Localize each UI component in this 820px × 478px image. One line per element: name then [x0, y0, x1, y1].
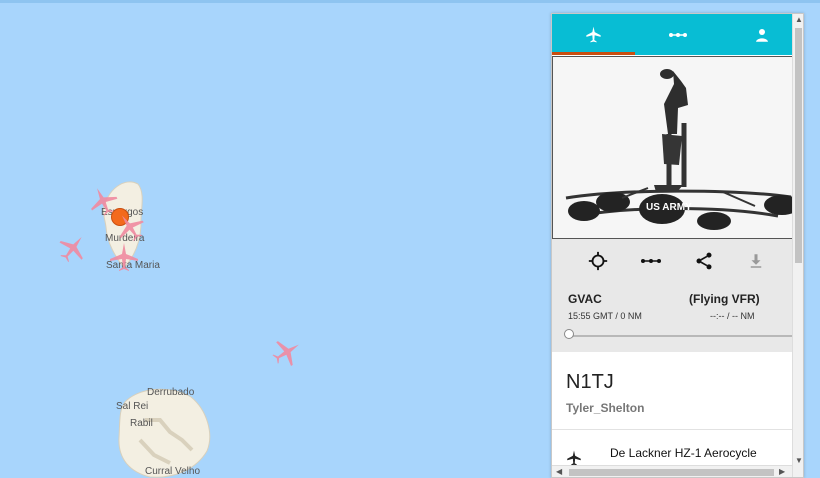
place-label: Curral Velho [145, 466, 201, 477]
route-icon [641, 259, 661, 263]
share-button[interactable] [691, 249, 717, 273]
tab-pilot[interactable] [720, 14, 803, 55]
photo-frame [552, 56, 803, 239]
section-divider [552, 429, 803, 430]
aircraft-model: De Lackner HZ-1 Aerocycle [610, 446, 757, 460]
horizontal-scrollbar[interactable]: ◀ ▶ [552, 465, 792, 477]
destination-status: --:-- / -- NM [710, 311, 755, 321]
origin-status: 15:55 GMT / 0 NM [568, 311, 642, 321]
flight-info-panel: US ARMY GVAC (Flying VFR) 15:55 GMT / 0 … [551, 13, 804, 478]
destination-code: (Flying VFR) [689, 292, 760, 306]
route-button[interactable] [638, 249, 664, 273]
aircraft-photo: US ARMY [552, 56, 803, 239]
crosshair-icon [588, 251, 608, 271]
scroll-down-arrow[interactable]: ▼ [795, 457, 803, 465]
place-label: Sal Rei [116, 401, 149, 412]
scroll-left-arrow[interactable]: ◀ [556, 468, 562, 476]
tab-flight[interactable] [552, 14, 635, 55]
place-label: Rabil [130, 418, 153, 429]
origin-code: GVAC [568, 292, 602, 306]
pilot-name[interactable]: Tyler_Shelton [566, 401, 644, 415]
vertical-scrollbar[interactable]: ▲ ▼ [792, 14, 803, 477]
airplane-icon[interactable] [109, 242, 139, 272]
airplane-icon [586, 26, 601, 43]
callsign: N1TJ [566, 371, 614, 393]
panel-tabs [552, 14, 803, 55]
flight-toolbar [552, 239, 803, 284]
scroll-right-arrow[interactable]: ▶ [779, 468, 785, 476]
place-label: Derrubado [147, 387, 195, 398]
horizontal-scroll-thumb[interactable] [569, 469, 774, 476]
download-button[interactable] [743, 249, 769, 273]
vertical-scroll-thumb[interactable] [795, 28, 802, 263]
flight-details: N1TJ Tyler_Shelton De Lackner HZ-1 Aeroc… [552, 352, 803, 477]
share-icon [696, 252, 712, 270]
route-progress-track [568, 335, 792, 337]
locate-button[interactable] [585, 249, 611, 273]
route-summary: GVAC (Flying VFR) 15:55 GMT / 0 NM --:--… [552, 284, 803, 352]
active-tab-indicator [552, 52, 635, 55]
tab-route[interactable] [636, 14, 719, 55]
route-icon [668, 32, 687, 37]
download-icon [750, 254, 762, 268]
scroll-up-arrow[interactable]: ▲ [795, 16, 803, 24]
user-icon [755, 28, 768, 42]
route-progress-handle[interactable] [564, 329, 574, 339]
